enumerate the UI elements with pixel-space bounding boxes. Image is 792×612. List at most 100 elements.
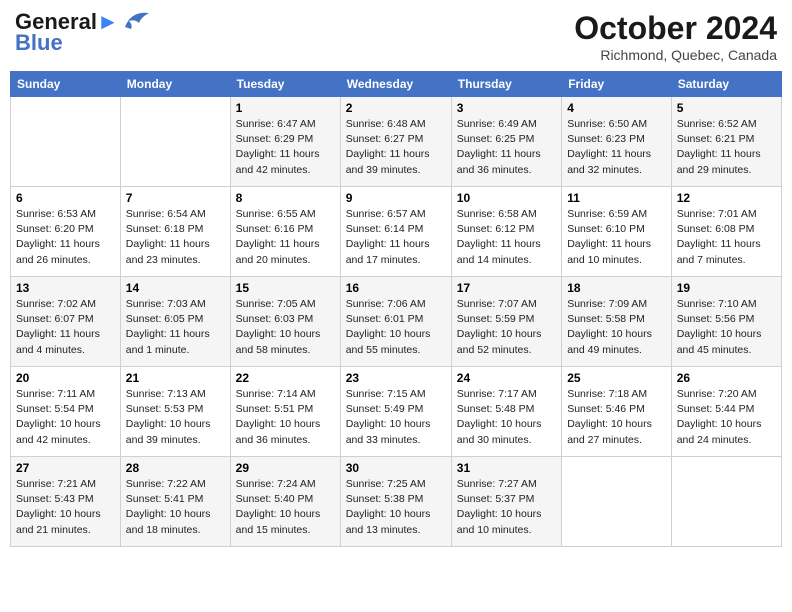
calendar-cell: 7 Sunrise: 6:54 AMSunset: 6:18 PMDayligh… (120, 187, 230, 277)
day-number: 6 (16, 191, 115, 205)
calendar-cell (562, 457, 672, 547)
day-info: Sunrise: 7:13 AMSunset: 5:53 PMDaylight:… (126, 387, 225, 448)
calendar-cell: 26 Sunrise: 7:20 AMSunset: 5:44 PMDaylig… (671, 367, 781, 457)
calendar-cell: 9 Sunrise: 6:57 AMSunset: 6:14 PMDayligh… (340, 187, 451, 277)
day-number: 24 (457, 371, 556, 385)
day-number: 28 (126, 461, 225, 475)
weekday-header-monday: Monday (120, 72, 230, 97)
day-info: Sunrise: 6:50 AMSunset: 6:23 PMDaylight:… (567, 117, 666, 178)
calendar-week-4: 20 Sunrise: 7:11 AMSunset: 5:54 PMDaylig… (11, 367, 782, 457)
day-info: Sunrise: 6:53 AMSunset: 6:20 PMDaylight:… (16, 207, 115, 268)
calendar-cell: 16 Sunrise: 7:06 AMSunset: 6:01 PMDaylig… (340, 277, 451, 367)
day-info: Sunrise: 7:20 AMSunset: 5:44 PMDaylight:… (677, 387, 776, 448)
day-number: 4 (567, 101, 666, 115)
day-number: 2 (346, 101, 446, 115)
calendar-week-3: 13 Sunrise: 7:02 AMSunset: 6:07 PMDaylig… (11, 277, 782, 367)
day-number: 7 (126, 191, 225, 205)
day-number: 1 (236, 101, 335, 115)
calendar-cell: 6 Sunrise: 6:53 AMSunset: 6:20 PMDayligh… (11, 187, 121, 277)
day-number: 10 (457, 191, 556, 205)
calendar-cell: 19 Sunrise: 7:10 AMSunset: 5:56 PMDaylig… (671, 277, 781, 367)
calendar-cell: 29 Sunrise: 7:24 AMSunset: 5:40 PMDaylig… (230, 457, 340, 547)
calendar-cell: 30 Sunrise: 7:25 AMSunset: 5:38 PMDaylig… (340, 457, 451, 547)
day-number: 22 (236, 371, 335, 385)
day-info: Sunrise: 7:24 AMSunset: 5:40 PMDaylight:… (236, 477, 335, 538)
day-info: Sunrise: 7:01 AMSunset: 6:08 PMDaylight:… (677, 207, 776, 268)
day-info: Sunrise: 6:57 AMSunset: 6:14 PMDaylight:… (346, 207, 446, 268)
page-header: General► Blue October 2024 Richmond, Que… (10, 10, 782, 63)
calendar-cell: 18 Sunrise: 7:09 AMSunset: 5:58 PMDaylig… (562, 277, 672, 367)
calendar-cell: 24 Sunrise: 7:17 AMSunset: 5:48 PMDaylig… (451, 367, 561, 457)
calendar-cell: 23 Sunrise: 7:15 AMSunset: 5:49 PMDaylig… (340, 367, 451, 457)
day-number: 30 (346, 461, 446, 475)
logo-blue-text: Blue (15, 30, 63, 56)
calendar-cell: 15 Sunrise: 7:05 AMSunset: 6:03 PMDaylig… (230, 277, 340, 367)
weekday-header-sunday: Sunday (11, 72, 121, 97)
day-number: 16 (346, 281, 446, 295)
day-number: 18 (567, 281, 666, 295)
logo-bird-icon (121, 9, 149, 31)
day-info: Sunrise: 7:10 AMSunset: 5:56 PMDaylight:… (677, 297, 776, 358)
calendar-cell: 12 Sunrise: 7:01 AMSunset: 6:08 PMDaylig… (671, 187, 781, 277)
day-number: 31 (457, 461, 556, 475)
month-title: October 2024 (574, 10, 777, 47)
day-info: Sunrise: 7:06 AMSunset: 6:01 PMDaylight:… (346, 297, 446, 358)
day-number: 13 (16, 281, 115, 295)
calendar-cell: 2 Sunrise: 6:48 AMSunset: 6:27 PMDayligh… (340, 97, 451, 187)
day-info: Sunrise: 6:55 AMSunset: 6:16 PMDaylight:… (236, 207, 335, 268)
day-info: Sunrise: 7:02 AMSunset: 6:07 PMDaylight:… (16, 297, 115, 358)
day-number: 17 (457, 281, 556, 295)
day-info: Sunrise: 7:09 AMSunset: 5:58 PMDaylight:… (567, 297, 666, 358)
calendar-cell: 17 Sunrise: 7:07 AMSunset: 5:59 PMDaylig… (451, 277, 561, 367)
day-number: 19 (677, 281, 776, 295)
weekday-header-saturday: Saturday (671, 72, 781, 97)
day-number: 23 (346, 371, 446, 385)
day-info: Sunrise: 7:15 AMSunset: 5:49 PMDaylight:… (346, 387, 446, 448)
day-info: Sunrise: 7:18 AMSunset: 5:46 PMDaylight:… (567, 387, 666, 448)
day-info: Sunrise: 7:03 AMSunset: 6:05 PMDaylight:… (126, 297, 225, 358)
day-number: 3 (457, 101, 556, 115)
calendar-cell (120, 97, 230, 187)
day-number: 29 (236, 461, 335, 475)
day-number: 5 (677, 101, 776, 115)
day-info: Sunrise: 6:47 AMSunset: 6:29 PMDaylight:… (236, 117, 335, 178)
day-info: Sunrise: 7:14 AMSunset: 5:51 PMDaylight:… (236, 387, 335, 448)
calendar-cell: 8 Sunrise: 6:55 AMSunset: 6:16 PMDayligh… (230, 187, 340, 277)
calendar-cell (11, 97, 121, 187)
calendar-cell: 10 Sunrise: 6:58 AMSunset: 6:12 PMDaylig… (451, 187, 561, 277)
day-info: Sunrise: 7:07 AMSunset: 5:59 PMDaylight:… (457, 297, 556, 358)
location-text: Richmond, Quebec, Canada (574, 47, 777, 63)
day-number: 20 (16, 371, 115, 385)
weekday-header-friday: Friday (562, 72, 672, 97)
day-number: 27 (16, 461, 115, 475)
day-info: Sunrise: 7:27 AMSunset: 5:37 PMDaylight:… (457, 477, 556, 538)
day-info: Sunrise: 6:59 AMSunset: 6:10 PMDaylight:… (567, 207, 666, 268)
day-info: Sunrise: 6:48 AMSunset: 6:27 PMDaylight:… (346, 117, 446, 178)
calendar-week-2: 6 Sunrise: 6:53 AMSunset: 6:20 PMDayligh… (11, 187, 782, 277)
calendar-cell: 1 Sunrise: 6:47 AMSunset: 6:29 PMDayligh… (230, 97, 340, 187)
calendar-cell: 5 Sunrise: 6:52 AMSunset: 6:21 PMDayligh… (671, 97, 781, 187)
calendar-cell: 25 Sunrise: 7:18 AMSunset: 5:46 PMDaylig… (562, 367, 672, 457)
calendar-cell: 22 Sunrise: 7:14 AMSunset: 5:51 PMDaylig… (230, 367, 340, 457)
calendar-cell: 4 Sunrise: 6:50 AMSunset: 6:23 PMDayligh… (562, 97, 672, 187)
calendar-cell: 21 Sunrise: 7:13 AMSunset: 5:53 PMDaylig… (120, 367, 230, 457)
weekday-header-tuesday: Tuesday (230, 72, 340, 97)
day-info: Sunrise: 7:25 AMSunset: 5:38 PMDaylight:… (346, 477, 446, 538)
weekday-header-wednesday: Wednesday (340, 72, 451, 97)
day-number: 14 (126, 281, 225, 295)
logo: General► Blue (15, 10, 149, 56)
title-block: October 2024 Richmond, Quebec, Canada (574, 10, 777, 63)
day-info: Sunrise: 6:58 AMSunset: 6:12 PMDaylight:… (457, 207, 556, 268)
day-number: 21 (126, 371, 225, 385)
calendar-cell: 14 Sunrise: 7:03 AMSunset: 6:05 PMDaylig… (120, 277, 230, 367)
day-info: Sunrise: 6:49 AMSunset: 6:25 PMDaylight:… (457, 117, 556, 178)
day-number: 15 (236, 281, 335, 295)
day-number: 8 (236, 191, 335, 205)
day-number: 25 (567, 371, 666, 385)
calendar-cell (671, 457, 781, 547)
calendar-cell: 28 Sunrise: 7:22 AMSunset: 5:41 PMDaylig… (120, 457, 230, 547)
day-info: Sunrise: 7:21 AMSunset: 5:43 PMDaylight:… (16, 477, 115, 538)
weekday-header-thursday: Thursday (451, 72, 561, 97)
day-info: Sunrise: 7:17 AMSunset: 5:48 PMDaylight:… (457, 387, 556, 448)
day-info: Sunrise: 6:54 AMSunset: 6:18 PMDaylight:… (126, 207, 225, 268)
